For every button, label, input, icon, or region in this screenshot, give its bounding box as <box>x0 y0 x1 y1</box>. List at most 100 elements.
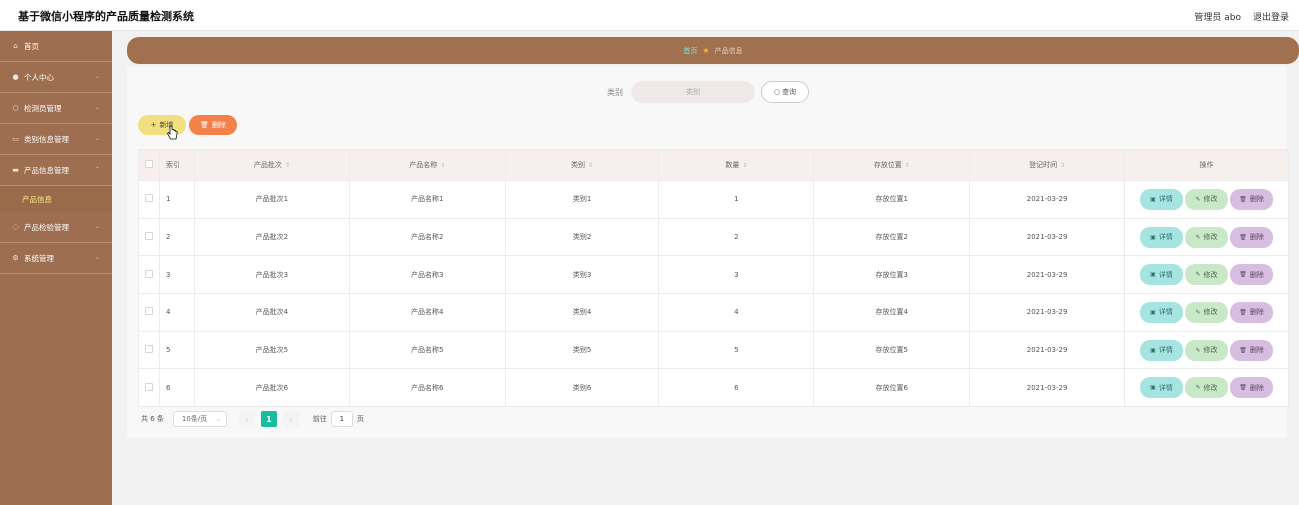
breadcrumb-home[interactable]: 首页 <box>683 46 697 56</box>
row-checkbox[interactable] <box>144 382 153 391</box>
row-delete-button-label: 删除 <box>1249 308 1264 317</box>
sidebar-item-system[interactable]: ⚙ 系统管理 ⌄ <box>0 243 112 274</box>
edit-button-label: 修改 <box>1203 383 1218 392</box>
sidebar-item-categories[interactable]: ▭ 类别信息管理 ⌄ <box>0 124 112 155</box>
sort-icon[interactable]: ⇕ <box>588 162 593 169</box>
app-title: 基于微信小程序的产品质量检测系统 <box>18 10 194 23</box>
col-location[interactable]: 存放位置 ⇕ <box>813 149 971 181</box>
prev-page-button[interactable]: ‹ <box>238 411 255 427</box>
detail-button[interactable]: ▣ 详情 <box>1140 188 1184 210</box>
cell-location: 存放位置5 <box>813 330 971 370</box>
row-select-cell <box>138 180 160 219</box>
edit-button[interactable]: ✎ 修改 <box>1185 264 1229 286</box>
col-actions: 操作 <box>1124 149 1289 181</box>
search-button[interactable]: ○ 查询 <box>761 81 809 103</box>
col-name[interactable]: 产品名称 ⇕ <box>348 149 506 181</box>
row-delete-button[interactable]: 🗑 删除 <box>1230 377 1274 399</box>
col-quantity[interactable]: 数量 ⇕ <box>658 149 815 181</box>
row-delete-button[interactable]: 🗑 删除 <box>1230 188 1274 210</box>
category-search-input[interactable]: 类别 <box>631 81 755 103</box>
goto-page: 前往 1 页 <box>313 411 364 427</box>
edit-button[interactable]: ✎ 修改 <box>1185 339 1229 361</box>
page-size-select[interactable]: 10条/页 ⌄ <box>172 411 227 427</box>
detail-button[interactable]: ▣ 详情 <box>1140 226 1184 248</box>
search-icon: ○ <box>773 88 781 96</box>
detail-icon: ▣ <box>1150 308 1156 316</box>
cell-location: 存放位置1 <box>813 180 971 219</box>
chevron-down-icon: ⌄ <box>94 104 100 111</box>
chevron-down-icon: ⌄ <box>215 415 221 423</box>
col-date[interactable]: 登记时间 ⇕ <box>969 149 1126 181</box>
cell-quantity: 3 <box>658 255 815 295</box>
sort-icon[interactable]: ⇕ <box>440 162 445 169</box>
goto-page-input[interactable]: 1 <box>330 411 353 427</box>
cell-category: 类别3 <box>504 255 660 295</box>
logout-link[interactable]: 退出登录 <box>1253 10 1289 23</box>
row-delete-button[interactable]: 🗑 删除 <box>1230 339 1274 361</box>
main-area: 首页 ★ 产品信息 类别 类别 ○ 查询 + 新增 🗑 删除 索引 产品批次 ⇕… <box>112 31 1299 505</box>
col-category[interactable]: 类别 ⇕ <box>504 149 660 181</box>
cell-quantity: 2 <box>658 217 815 257</box>
edit-icon: ✎ <box>1195 384 1201 392</box>
detail-button[interactable]: ▣ 详情 <box>1140 301 1184 323</box>
row-delete-button-label: 删除 <box>1249 270 1264 279</box>
row-delete-button[interactable]: 🗑 删除 <box>1230 264 1274 286</box>
select-all-checkbox[interactable] <box>144 160 153 168</box>
sidebar-item-products[interactable]: ▬ 产品信息管理 ⌃ <box>0 155 112 186</box>
trash-icon: 🗑 <box>1239 233 1247 241</box>
sort-icon[interactable]: ⇕ <box>905 162 910 169</box>
cell-actions: ▣ 详情 ✎ 修改 🗑 删除 <box>1124 180 1289 219</box>
row-delete-button[interactable]: 🗑 删除 <box>1230 301 1274 323</box>
sidebar-item-profile[interactable]: ● 个人中心 ⌄ <box>0 62 112 93</box>
edit-icon: ✎ <box>1195 308 1201 316</box>
table-row: 6 产品批次6 产品名称6 类别6 6 存放位置6 2021-03-29 ▣ 详情 ✎ 修改 🗑 删除 <box>138 368 1289 408</box>
col-actions-label: 操作 <box>1199 161 1214 169</box>
cell-quantity: 1 <box>658 180 815 219</box>
next-page-button[interactable]: › <box>282 411 299 427</box>
pagination: 共 6 条 10条/页 ⌄ ‹ 1 › 前往 1 页 <box>141 411 364 427</box>
cell-batch: 产品批次6 <box>193 368 350 408</box>
sidebar-item-inspectors[interactable]: ○ 检测员管理 ⌄ <box>0 93 112 124</box>
batch-delete-button[interactable]: 🗑 删除 <box>189 115 237 135</box>
total-count: 共 6 条 <box>141 415 164 423</box>
cell-index: 6 <box>158 368 195 408</box>
col-index: 索引 <box>158 149 195 181</box>
row-checkbox[interactable] <box>144 269 153 278</box>
sort-icon[interactable]: ⇕ <box>742 162 747 169</box>
sidebar-item-inspection[interactable]: ◌ 产品检验管理 ⌄ <box>0 212 112 243</box>
sidebar-item-home[interactable]: ⌂ 首页 <box>0 31 112 62</box>
row-checkbox[interactable] <box>144 307 153 316</box>
edit-button-label: 修改 <box>1203 233 1218 242</box>
sort-icon[interactable]: ⇕ <box>1060 162 1065 169</box>
col-batch[interactable]: 产品批次 ⇕ <box>193 149 350 181</box>
cell-index: 1 <box>158 180 195 219</box>
cell-actions: ▣ 详情 ✎ 修改 🗑 删除 <box>1124 255 1289 295</box>
settings-icon: ⚙ <box>12 254 19 262</box>
people-icon: ○ <box>12 104 19 112</box>
page-number-button[interactable]: 1 <box>260 411 277 427</box>
detail-button[interactable]: ▣ 详情 <box>1140 264 1184 286</box>
row-checkbox[interactable] <box>144 194 153 203</box>
check-icon: ◌ <box>12 223 19 231</box>
detail-button[interactable]: ▣ 详情 <box>1140 377 1184 399</box>
user-area: 管理员 abo 退出登录 <box>1194 10 1289 23</box>
edit-button[interactable]: ✎ 修改 <box>1185 188 1229 210</box>
edit-button[interactable]: ✎ 修改 <box>1185 301 1229 323</box>
sort-icon[interactable]: ⇕ <box>285 162 290 169</box>
cell-quantity: 5 <box>658 330 815 370</box>
sidebar-subitem-product-info[interactable]: 产品信息 <box>0 186 112 212</box>
table-row: 3 产品批次3 产品名称3 类别3 3 存放位置3 2021-03-29 ▣ 详情 ✎ 修改 🗑 删除 <box>138 255 1289 295</box>
detail-button-label: 详情 <box>1158 270 1173 279</box>
cell-date: 2021-03-29 <box>969 217 1126 257</box>
edit-button[interactable]: ✎ 修改 <box>1185 226 1229 248</box>
add-button[interactable]: + 新增 <box>138 115 186 135</box>
row-delete-button[interactable]: 🗑 删除 <box>1230 226 1274 248</box>
sidebar: ⌂ 首页 ● 个人中心 ⌄ ○ 检测员管理 ⌄ ▭ 类别信息管理 ⌄ ▬ 产品信… <box>0 31 112 505</box>
edit-button[interactable]: ✎ 修改 <box>1185 377 1229 399</box>
plus-icon: + <box>150 121 157 129</box>
row-checkbox[interactable] <box>144 232 153 241</box>
row-checkbox[interactable] <box>144 345 153 354</box>
box-icon: ▬ <box>12 166 19 174</box>
detail-button[interactable]: ▣ 详情 <box>1140 339 1184 361</box>
detail-icon: ▣ <box>1150 271 1156 279</box>
